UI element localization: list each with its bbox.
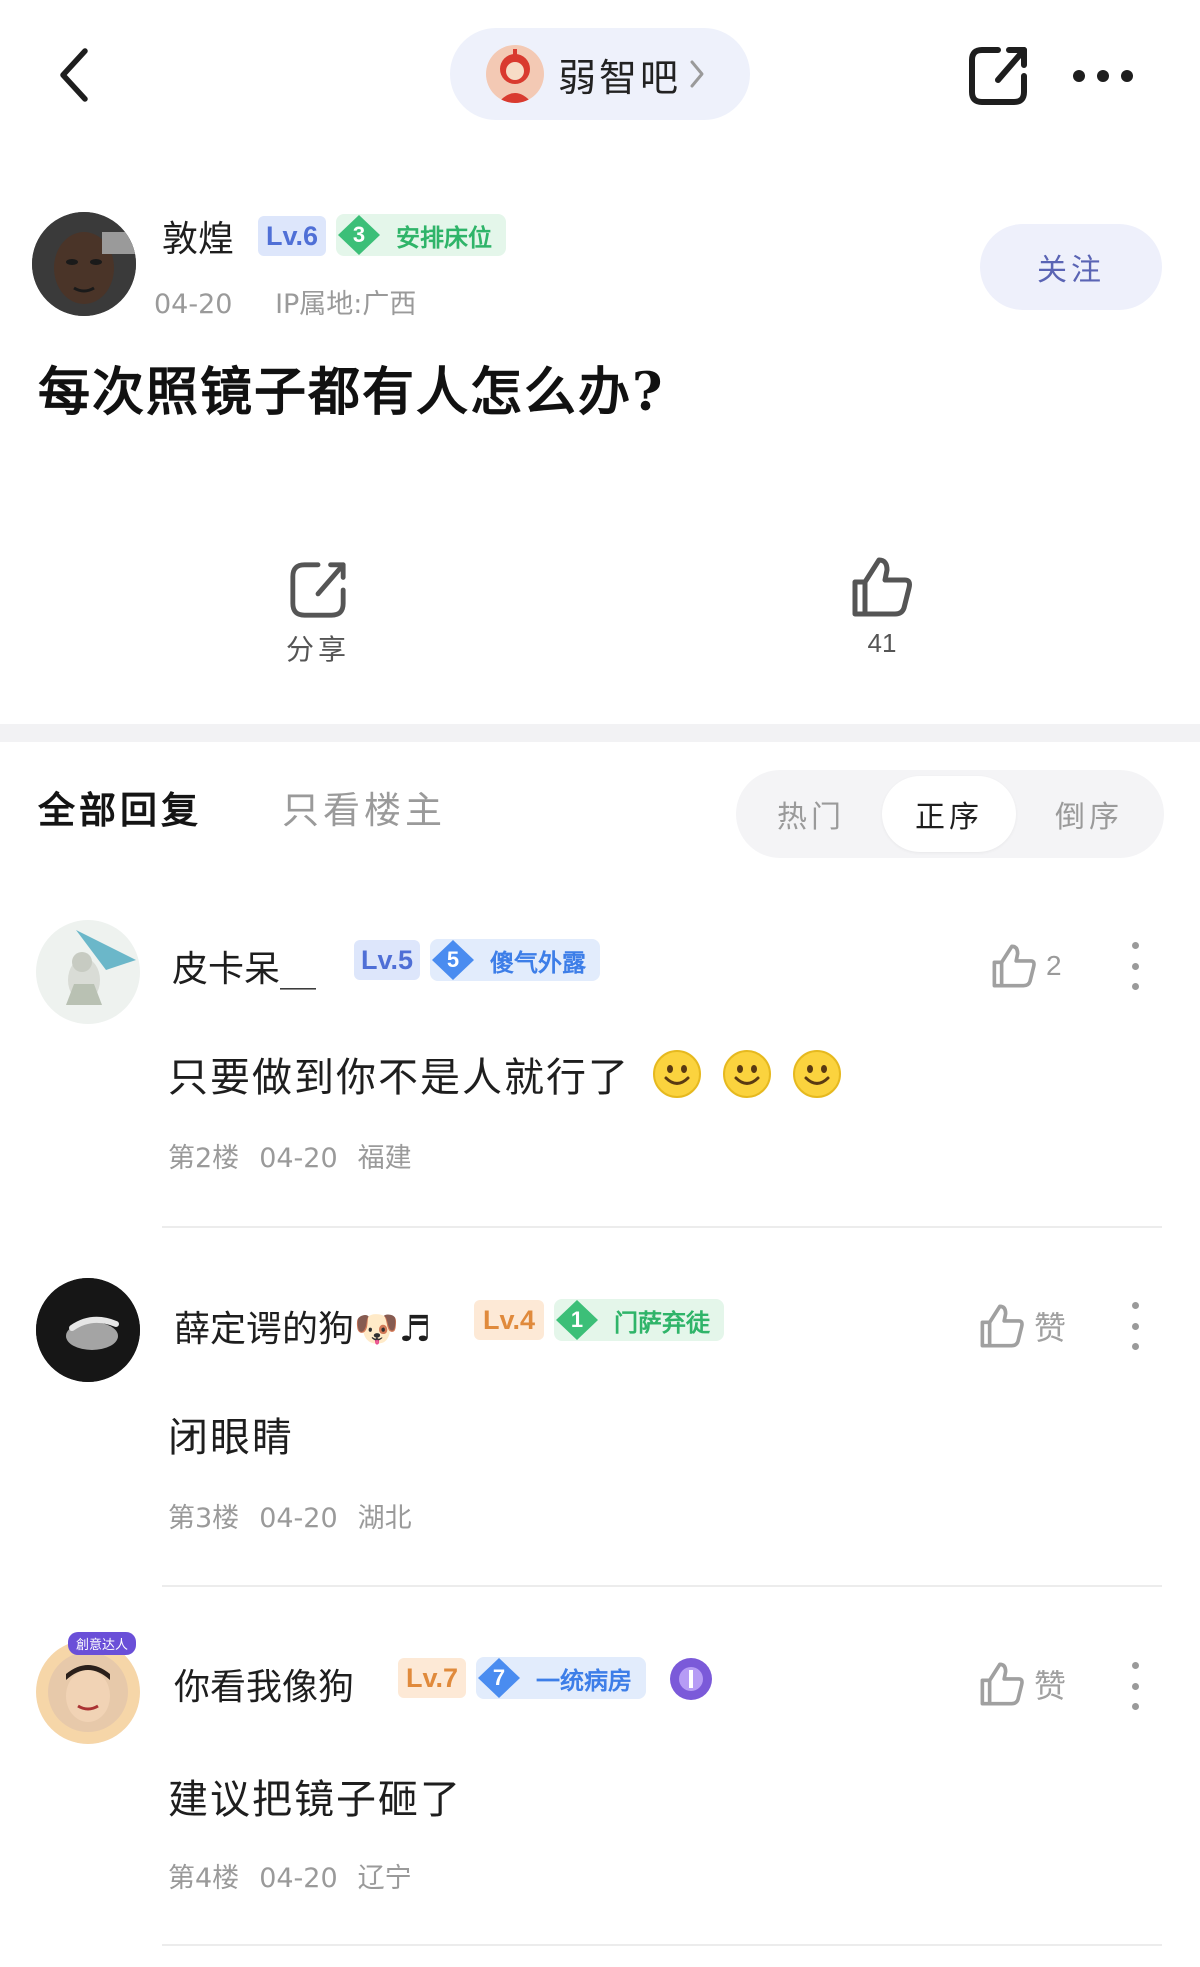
reply-like-label: 赞 (1034, 1309, 1067, 1347)
author-name[interactable]: 敦煌 (162, 210, 234, 262)
reply-like-label: 赞 (1034, 1667, 1067, 1705)
section-divider (0, 724, 1200, 742)
smile-emoji-icon (793, 1050, 841, 1098)
reply-title-text: 一统病房 (536, 1665, 632, 1695)
smile-emoji-icon (653, 1050, 701, 1098)
medal-icon (670, 1658, 712, 1700)
reply-divider (162, 1944, 1162, 1946)
reply-date: 04-20 (259, 1863, 338, 1894)
share-icon (969, 47, 1027, 105)
tab-all-replies[interactable]: 全部回复 (38, 780, 202, 834)
reply-floor: 第2楼 (168, 1143, 240, 1174)
reply-date: 04-20 (259, 1143, 338, 1174)
reply-level-badge: Lv.5 (354, 940, 420, 980)
reply-text: 建议把镜子砸了 (168, 1777, 462, 1823)
reply-author-name[interactable]: 皮卡呆__ (172, 940, 316, 992)
reply-title-text: 门萨弃徒 (614, 1307, 710, 1337)
reply-more-button[interactable] (1120, 936, 1150, 996)
reply-meta: 第2楼 04-20 福建 (168, 1136, 432, 1175)
chevron-left-icon (60, 48, 88, 102)
reply-location: 辽宁 (357, 1863, 412, 1894)
sort-hot[interactable]: 热门 (746, 770, 876, 858)
reply-like-count: 2 (1046, 950, 1062, 981)
tab-op-only[interactable]: 只看楼主 (282, 780, 446, 834)
back-button[interactable] (40, 30, 110, 120)
reply-text: 闭眼睛 (168, 1415, 294, 1461)
avatar-tag: 創意达人 (68, 1632, 137, 1655)
thumbs-up-icon (852, 557, 912, 617)
share-action[interactable]: 分享 (270, 560, 366, 668)
reply-title-badge: 7 一统病房 (476, 1657, 646, 1699)
reply-content: 闭眼睛 (168, 1404, 294, 1464)
share-icon (290, 562, 346, 618)
reply-floor: 第4楼 (168, 1863, 240, 1894)
reply-avatar[interactable] (36, 920, 140, 1024)
reply-like-button[interactable]: 2 (990, 942, 1062, 990)
reply-title-badge: 1 门萨弃徒 (554, 1299, 724, 1341)
reply-content: 只要做到你不是人就行了 (168, 1044, 842, 1104)
reply-avatar[interactable] (36, 1278, 140, 1382)
like-action[interactable]: 41 (834, 554, 930, 659)
follow-button[interactable]: 关注 (980, 224, 1162, 310)
thumbs-up-icon (980, 1662, 1024, 1706)
more-horizontal-icon (1073, 70, 1133, 82)
thumbs-up-icon (992, 944, 1036, 988)
sort-segmented-control: 热门 正序 倒序 (736, 770, 1164, 858)
reply-divider (162, 1226, 1162, 1228)
reply-author-name[interactable]: 你看我像狗 (174, 1658, 354, 1710)
reply-like-button[interactable]: 赞 (978, 1302, 1066, 1350)
diamond-icon: 5 (430, 939, 476, 981)
post-title: 每次照镜子都有人怎么办? (38, 362, 665, 423)
reply-author-name[interactable]: 薛定谔的狗🐶♬ (174, 1300, 431, 1352)
reply-name-suffix: 🐶♬ (354, 1309, 432, 1350)
reply-meta: 第3楼 04-20 湖北 (168, 1496, 432, 1535)
like-count: 41 (867, 628, 897, 658)
reply-content: 建议把镜子砸了 (168, 1766, 462, 1826)
top-bar: 弱智吧 (0, 0, 1200, 150)
author-title-text: 安排床位 (396, 222, 492, 252)
reply-location: 湖北 (357, 1503, 412, 1534)
reply-divider (162, 1585, 1162, 1587)
sort-descending[interactable]: 倒序 (1024, 770, 1154, 858)
reply-date: 04-20 (259, 1503, 338, 1534)
post-ip: IP属地:广西 (275, 289, 417, 320)
diamond-icon: 7 (476, 1657, 522, 1699)
author-avatar[interactable] (32, 212, 136, 316)
author-level-badge: Lv.6 (258, 216, 326, 256)
author-meta: 04-20 IP属地:广西 (154, 282, 416, 321)
reply-like-button[interactable]: 赞 (978, 1660, 1066, 1708)
reply-more-button[interactable] (1120, 1656, 1150, 1716)
reply-level-badge: Lv.7 (398, 1658, 466, 1698)
reply-floor: 第3楼 (168, 1503, 240, 1534)
reply-meta: 第4楼 04-20 辽宁 (168, 1856, 432, 1895)
sort-ascending[interactable]: 正序 (882, 776, 1016, 852)
reply-text: 只要做到你不是人就行了 (168, 1055, 630, 1101)
chevron-right-icon (689, 59, 705, 89)
reply-title-text: 傻气外露 (490, 947, 586, 977)
thumbs-up-icon (980, 1304, 1024, 1348)
reply-more-button[interactable] (1120, 1296, 1150, 1356)
diamond-icon: 1 (554, 1299, 600, 1341)
post-date: 04-20 (154, 289, 233, 320)
reply-title-badge: 5 傻气外露 (430, 939, 600, 981)
share-label: 分享 (285, 633, 350, 666)
smile-emoji-icon (723, 1050, 771, 1098)
forum-entry-button[interactable]: 弱智吧 (450, 28, 750, 120)
more-options-button[interactable] (1060, 38, 1146, 114)
reply-avatar[interactable]: 創意达人 (36, 1632, 140, 1744)
forum-logo-icon (486, 45, 544, 103)
author-title-badge: 3 安排床位 (336, 214, 506, 256)
reply-level-badge: Lv.4 (474, 1300, 544, 1340)
share-button-top[interactable] (960, 38, 1036, 114)
diamond-icon: 3 (336, 214, 382, 256)
reply-location: 福建 (357, 1143, 412, 1174)
forum-name: 弱智吧 (558, 55, 682, 100)
